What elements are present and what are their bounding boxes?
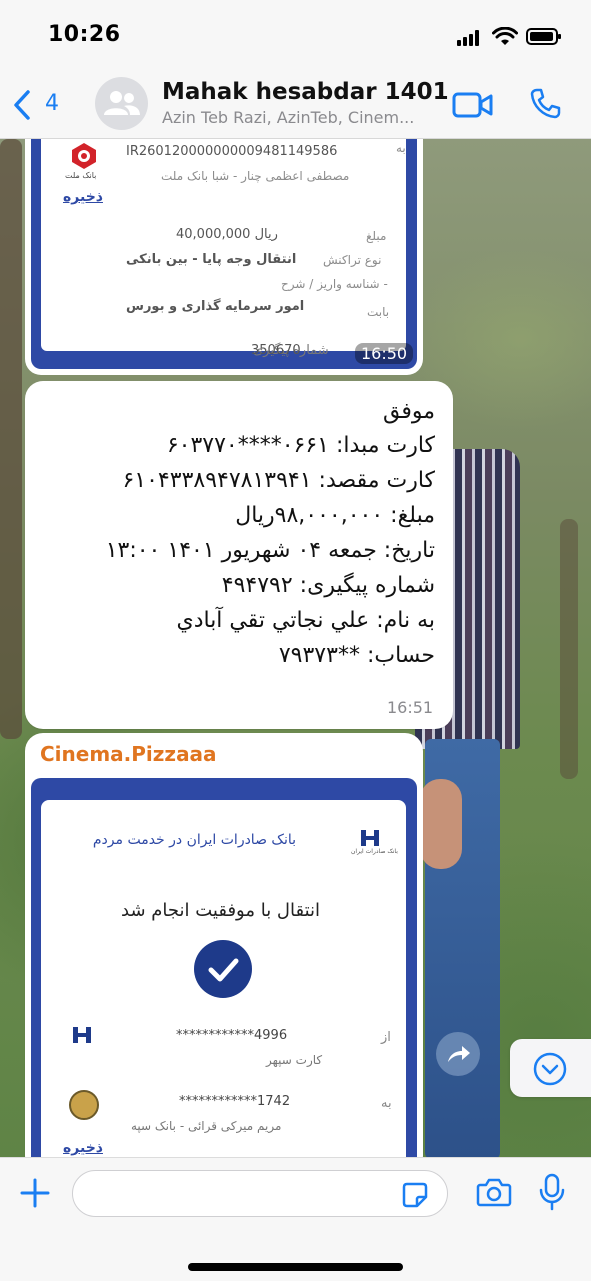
for-value: امور سرمایه گذاری و بورس xyxy=(126,299,305,314)
amount-value: 40,000,000 ریال xyxy=(176,227,278,242)
type-value: انتقال وجه پایا - بین بانکی xyxy=(126,252,297,267)
type-label: نوع تراکنش xyxy=(323,253,382,267)
scroll-to-bottom-button[interactable] xyxy=(510,1039,591,1097)
message-line: تاریخ: جمعه ۰۴ شهریور ۱۴۰۱ ۱۳:۰۰ xyxy=(105,538,435,563)
receipt-frame: بانک صادرات ایران در خدمت مردم بانک صادر… xyxy=(31,778,417,1157)
to-card: ************1742 xyxy=(179,1094,291,1109)
message-line: کارت مقصد: ۶۱۰۴۳۳۸۹۴۷۸۱۳۹۴۱ xyxy=(122,468,435,493)
sticker-icon[interactable] xyxy=(401,1181,429,1209)
message-line: شماره پیگیری: ۴۹۴۷۹۲ xyxy=(221,573,435,598)
receipt-content: بانک صادرات ایران در خدمت مردم بانک صادر… xyxy=(41,800,406,1157)
message-line: موفق xyxy=(382,399,435,424)
tree-trunk xyxy=(560,519,578,779)
chat-title[interactable]: Mahak hesabdar 1401 xyxy=(162,79,449,105)
message-time: 16:50 xyxy=(355,343,414,364)
bank-name: بانک صادرات ایران در خدمت مردم xyxy=(92,832,296,848)
success-text: انتقال با موفقیت انجام شد xyxy=(121,900,321,921)
chat-participants[interactable]: Azin Teb Razi, AzinTeb, Cinem... xyxy=(162,108,414,127)
from-label: از xyxy=(381,1030,391,1045)
message-line: حساب: **۷۹۳۷۳ xyxy=(278,643,435,668)
message-line: کارت مبدا: ۰۶۶۱****۶۰۳۷۷۰ xyxy=(166,433,435,458)
deposit-label: شناسه واریز / شرح - xyxy=(281,277,388,291)
group-avatar[interactable] xyxy=(95,77,148,130)
receipt-frame: بانک ملت به IR260120000000009481149586 م… xyxy=(31,139,417,369)
receipt-content: بانک ملت به IR260120000000009481149586 م… xyxy=(41,139,406,358)
message-input[interactable] xyxy=(72,1170,448,1217)
from-card-name: کارت سپهر xyxy=(266,1053,323,1067)
chat-wallpaper: بانک ملت به IR260120000000009481149586 م… xyxy=(0,139,591,1157)
message-line: به نام: علي نجاتي تقي آبادي xyxy=(176,608,435,633)
save-link[interactable]: ذخیره xyxy=(63,1140,103,1156)
chevron-left-icon xyxy=(14,90,30,120)
bank-saderat-logo: بانک صادرات ایران xyxy=(351,828,398,858)
bank-sepah-logo xyxy=(69,1090,99,1120)
to-label: به xyxy=(396,141,406,155)
forward-arrow-icon xyxy=(448,1046,470,1062)
message-line: مبلغ: ۹۸,۰۰۰,۰۰۰ریال xyxy=(235,503,435,528)
from-card: ************4996 xyxy=(176,1028,288,1043)
bank-mellat-logo: بانک ملت xyxy=(65,141,99,180)
to-name: مریم میرکی قرائی - بانک سپه xyxy=(131,1119,282,1133)
battery-icon xyxy=(526,28,561,45)
image-message-transfer[interactable]: Cinema.Pizzaaa بانک صادرات ایران در خدمت… xyxy=(25,733,423,1157)
check-icon xyxy=(194,940,252,998)
save-link[interactable]: ذخیره xyxy=(63,189,103,205)
tracking-value: 350670 xyxy=(251,343,301,358)
chat-header: 4 Mahak hesabdar 1401 Azin Teb Razi, Azi… xyxy=(0,75,591,139)
phone-call-icon[interactable] xyxy=(529,87,561,119)
sender-name[interactable]: Cinema.Pizzaaa xyxy=(40,742,217,766)
bank-logo-caption: بانک ملت xyxy=(65,171,97,180)
group-icon xyxy=(104,91,140,115)
chevron-down-icon xyxy=(533,1052,567,1086)
to-label: به xyxy=(381,1096,392,1111)
video-call-icon[interactable] xyxy=(452,91,494,119)
bank-saderat-logo-small xyxy=(71,1025,93,1049)
wifi-icon xyxy=(492,27,518,45)
message-time: 16:51 xyxy=(387,698,434,717)
plus-icon[interactable] xyxy=(19,1177,51,1209)
back-button[interactable]: 4 xyxy=(8,87,68,123)
text-message[interactable]: موفق کارت مبدا: ۰۶۶۱****۶۰۳۷۷۰ کارت مقصد… xyxy=(25,381,453,729)
status-bar: 10:26 xyxy=(0,0,591,75)
signal-icon xyxy=(457,30,483,46)
iban-value: IR260120000000009481149586 xyxy=(126,144,338,159)
tree-trunk xyxy=(0,139,22,739)
image-message-receipt[interactable]: بانک ملت به IR260120000000009481149586 م… xyxy=(25,139,423,375)
recipient-value: مصطفی اعظمی چنار - شبا بانک ملت xyxy=(161,169,350,183)
bank-logo-caption: بانک صادرات ایران xyxy=(351,848,398,855)
unread-count: 4 xyxy=(45,91,59,116)
amount-label: مبلغ xyxy=(366,229,387,243)
forward-button[interactable] xyxy=(436,1032,480,1076)
home-indicator[interactable] xyxy=(188,1263,403,1271)
camera-icon[interactable] xyxy=(476,1176,512,1208)
person-hand xyxy=(420,779,462,869)
clock: 10:26 xyxy=(48,22,121,47)
input-bar xyxy=(0,1157,591,1281)
microphone-icon[interactable] xyxy=(538,1173,566,1211)
for-label: بابت xyxy=(367,305,390,319)
